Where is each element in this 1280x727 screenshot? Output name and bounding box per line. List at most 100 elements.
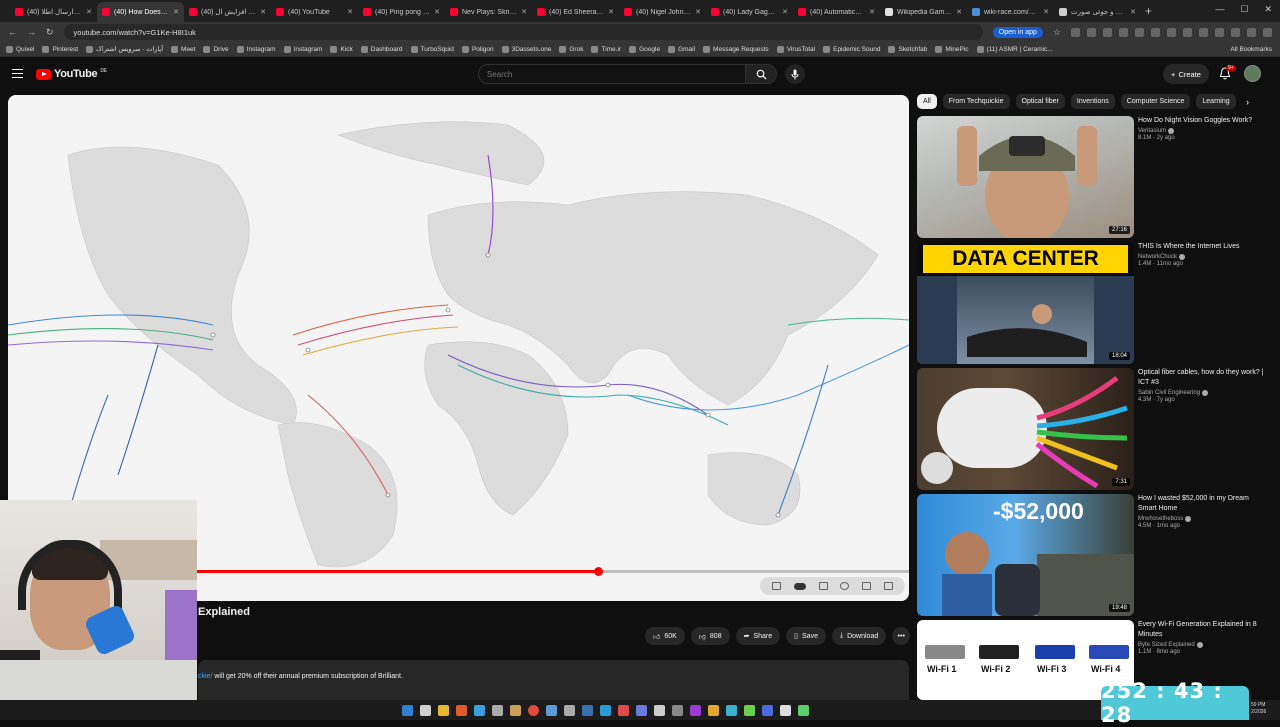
tab-close-icon[interactable]: ✕ [521,8,527,16]
all-bookmarks-button[interactable]: All Bookmarks [1230,46,1280,53]
voice-search-button[interactable] [785,64,805,84]
open-in-app-button[interactable]: Open in app [992,26,1043,38]
tab-close-icon[interactable]: ✕ [173,8,179,16]
chrome-icon[interactable] [528,704,539,716]
new-tab-icon[interactable]: + [1145,4,1152,18]
video-title[interactable]: THIS Is Where the Internet Lives [1138,242,1268,252]
tab-close-icon[interactable]: ✕ [869,8,875,16]
url-field[interactable]: youtube.com/watch?v=G1Ke-H8I1uk [63,24,983,40]
app-icon[interactable] [726,704,737,716]
maximize-icon[interactable]: ☐ [1240,4,1248,15]
extension-icon[interactable] [1167,27,1176,37]
tab-close-icon[interactable]: ✕ [1043,8,1049,16]
tab-close-icon[interactable]: ✕ [260,8,266,16]
search-button[interactable] [745,64,777,84]
bookmark-item[interactable]: Poligon [461,45,494,53]
tab-close-icon[interactable]: ✕ [695,8,701,16]
search-input[interactable] [478,64,746,84]
app-icon[interactable] [510,704,521,716]
app-icon[interactable] [564,704,575,716]
tab-close-icon[interactable]: ✕ [956,8,962,16]
reload-icon[interactable]: ↻ [46,27,54,38]
video-title[interactable]: How I wasted $52,000 in my Dream Smart H… [1138,494,1268,514]
tab-close-icon[interactable]: ✕ [608,8,614,16]
bookmark-item[interactable]: Time.ir [591,45,621,53]
bookmark-item[interactable]: Kick [330,45,353,53]
bookmark-item[interactable]: Gmail [668,45,695,53]
recommendation-item[interactable]: 7:31 Optical fiber cables, how do they w… [917,368,1267,490]
telegram-icon[interactable] [600,704,611,716]
search-app-icon[interactable] [456,704,467,716]
extension-icon[interactable] [1071,27,1080,37]
fullscreen-icon[interactable] [883,582,893,590]
filter-chip[interactable]: Computer Science [1120,94,1191,109]
taskview-icon[interactable] [420,704,431,716]
app-icon[interactable] [780,704,791,716]
extension-icon[interactable] [1263,27,1272,37]
bookmark-item[interactable]: Pinterest [42,45,78,53]
app-icon[interactable] [654,704,665,716]
bookmark-item[interactable]: VirusTotal [776,45,815,53]
app-icon[interactable] [672,704,683,716]
extension-icon[interactable] [1087,27,1096,37]
app-icon[interactable] [474,704,485,716]
browser-tab[interactable]: wiki-race.com/gam ✕ [967,2,1054,22]
miniplayer-icon[interactable] [772,582,782,590]
bookmark-item[interactable]: Quixel [6,45,34,53]
bookmark-item[interactable]: Sketchfab [888,45,927,53]
browser-tab[interactable]: (40) Ping pong vs T ✕ [358,2,445,22]
browser-tab[interactable]: نحوه ارسال اطلا (40)✕ [10,2,97,22]
save-button[interactable]: ▯ Save [786,627,826,645]
autoplay-toggle[interactable] [793,582,806,590]
back-icon[interactable]: ← [8,27,17,37]
browser-tab[interactable]: (40) Ed Sheeran - Sl ✕ [532,2,619,22]
app-icon[interactable] [744,704,755,716]
close-window-icon[interactable]: ✕ [1264,4,1272,15]
browser-tab[interactable]: (40) YouTube ✕ [271,2,358,22]
tab-close-icon[interactable]: ✕ [1130,8,1136,16]
tab-close-icon[interactable]: ✕ [86,8,92,16]
progress-scrubber[interactable] [593,567,603,576]
app-icon[interactable] [798,704,809,716]
channel-name[interactable]: Veritasium [1138,128,1268,134]
word-icon[interactable] [546,704,557,716]
video-thumbnail[interactable]: DATA CENTER 18:04 [917,242,1134,364]
bookmark-item[interactable]: 3Dassets.one [501,45,551,53]
app-icon[interactable] [690,704,701,716]
extension-icon[interactable] [1151,27,1160,37]
bookmark-item[interactable]: Google [629,45,660,53]
bookmark-item[interactable]: MinePic [935,45,969,53]
video-title[interactable]: Optical fiber cables, how do they work? … [1138,368,1268,388]
bookmark-item[interactable]: Epidemic Sound [823,45,880,53]
settings-app-icon[interactable] [492,704,503,716]
recommendation-item[interactable]: DATA CENTER 18:04 THIS Is Where the Inte… [917,242,1267,364]
like-button[interactable]: 👍︎ 60K [645,627,685,645]
channel-name[interactable]: NetworkChuck [1138,254,1268,260]
browser-tab[interactable]: ساخت افزایش ال (40) ✕ [184,2,271,22]
share-button[interactable]: ➦ Share [735,627,781,645]
account-avatar[interactable] [1244,65,1261,82]
minimize-icon[interactable]: — [1215,4,1224,15]
bookmark-star-icon[interactable]: ☆ [1053,27,1061,38]
steam-icon[interactable] [582,704,593,716]
settings-gear-icon[interactable] [840,582,850,590]
extension-icon[interactable] [1215,27,1224,37]
extension-icon[interactable] [1183,27,1192,37]
app-icon[interactable] [762,704,773,716]
discord-icon[interactable] [636,704,647,716]
bookmark-item[interactable]: TurboSquid [410,45,454,53]
bookmark-item[interactable]: Dashboard [360,45,403,53]
browser-tab[interactable]: (40) Lady Gaga - Ab ✕ [706,2,793,22]
video-title[interactable]: How Do Night Vision Goggles Work? [1138,116,1268,126]
video-thumbnail[interactable]: -$52,000 19:48 [917,494,1134,616]
bookmark-item[interactable]: Instagram [283,45,322,53]
extension-icon[interactable] [1103,27,1112,37]
extension-icon[interactable] [1199,27,1208,37]
filter-chip[interactable]: From Techquickie [942,94,1010,109]
browser-tab[interactable]: Wikipedia Game to ✕ [880,2,967,22]
download-button[interactable]: ⤓ Download [831,627,887,645]
tab-close-icon[interactable]: ✕ [782,8,788,16]
youtube-logo[interactable]: YouTube DE [36,68,107,80]
filter-chip[interactable]: Inventions [1070,94,1115,109]
extension-icon[interactable] [1231,27,1240,37]
